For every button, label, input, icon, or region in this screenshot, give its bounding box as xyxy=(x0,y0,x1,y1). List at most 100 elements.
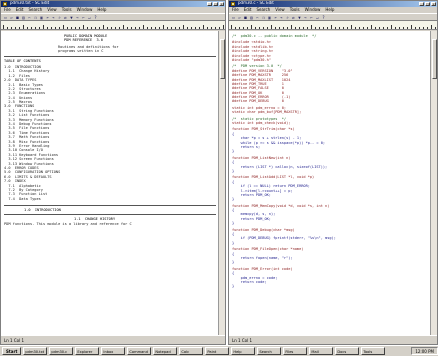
maximize-icon[interactable]: □ xyxy=(425,2,430,6)
taskbar-button[interactable]: pdm30.txt xyxy=(23,347,48,355)
ruler-tick xyxy=(255,27,256,29)
app-icon[interactable] xyxy=(231,2,235,6)
replace-icon[interactable]: ⇄ xyxy=(63,15,68,20)
taskbar-button[interactable]: Search xyxy=(257,347,282,355)
ruler-tick xyxy=(51,27,52,29)
paste-icon[interactable]: ▣ xyxy=(267,15,272,20)
left-document[interactable]: PUBLIC DOMAIN MODULE PDM REFERENCE 3.0 R… xyxy=(1,31,218,335)
print-icon[interactable]: ▤ xyxy=(249,15,254,20)
menu-edit[interactable]: Edit xyxy=(244,7,252,13)
close-icon[interactable]: × xyxy=(431,2,436,6)
menu-tools[interactable]: Tools xyxy=(62,7,72,13)
ruler-tick xyxy=(7,27,8,29)
menu-window[interactable]: Window xyxy=(305,7,321,13)
copy-icon[interactable]: ❐ xyxy=(261,15,266,20)
new-icon[interactable]: ▭ xyxy=(3,15,8,20)
wrap-icon[interactable]: ↵ xyxy=(315,15,320,20)
scroll-thumb[interactable] xyxy=(220,39,225,79)
print-icon[interactable]: ▤ xyxy=(21,15,26,20)
left-title-bar[interactable]: pdm30.txt - SC Edit _ □ × xyxy=(1,1,225,7)
taskbar-button[interactable]: pdm30.c xyxy=(49,347,74,355)
undo-icon[interactable]: ↶ xyxy=(45,15,50,20)
open-icon[interactable]: ▱ xyxy=(237,15,242,20)
menu-search[interactable]: Search xyxy=(28,7,42,13)
find-icon[interactable]: ⌕ xyxy=(57,15,62,20)
ruler-tick xyxy=(303,27,304,29)
taskbar-button[interactable]: Calc xyxy=(179,347,204,355)
taskbar-button[interactable]: Files xyxy=(283,347,308,355)
left-vertical-scrollbar[interactable] xyxy=(218,31,225,335)
taskbar-button[interactable]: Docs xyxy=(335,347,360,355)
scroll-thumb[interactable] xyxy=(432,39,437,79)
ruler-tick xyxy=(335,27,336,29)
menu-view[interactable]: View xyxy=(275,7,285,13)
save-icon[interactable]: ■ xyxy=(243,15,248,20)
divider xyxy=(4,214,216,216)
start-button[interactable]: Start xyxy=(2,347,22,355)
outdent-icon[interactable]: ← xyxy=(309,15,314,20)
menu-file[interactable]: File xyxy=(232,7,239,13)
ruler-tick xyxy=(79,27,80,29)
taskbar-button[interactable]: Paint xyxy=(205,347,230,355)
taskbar-button[interactable]: Command xyxy=(127,347,152,355)
help-icon[interactable]: ? xyxy=(321,15,326,20)
ruler-tick xyxy=(243,27,244,29)
taskbar-button[interactable]: Help xyxy=(231,347,256,355)
section-title-1: 1.0 INTRODUCTION xyxy=(24,208,61,213)
undo-icon[interactable]: ↶ xyxy=(273,15,278,20)
taskbar-button[interactable]: Notepad xyxy=(153,347,178,355)
menu-edit[interactable]: Edit xyxy=(16,7,24,13)
ruler-tick xyxy=(219,27,220,29)
minimize-icon[interactable]: _ xyxy=(419,2,424,6)
replace-icon[interactable]: ⇄ xyxy=(291,15,296,20)
left-window-title: pdm30.txt - SC Edit xyxy=(10,0,50,5)
outdent-icon[interactable]: ← xyxy=(81,15,86,20)
menu-file[interactable]: File xyxy=(4,7,11,13)
open-icon[interactable]: ▱ xyxy=(9,15,14,20)
menu-view[interactable]: View xyxy=(47,7,57,13)
redo-icon[interactable]: ↷ xyxy=(279,15,284,20)
help-icon[interactable]: ? xyxy=(93,15,98,20)
ruler-tick xyxy=(331,25,332,29)
ruler-tick xyxy=(147,27,148,29)
wrap-icon[interactable]: ↵ xyxy=(87,15,92,20)
system-clock: 12:00 PM xyxy=(411,347,438,355)
ruler-tick xyxy=(119,27,120,29)
taskbar-button[interactable]: Tools xyxy=(361,347,386,355)
paste-icon[interactable]: ▣ xyxy=(39,15,44,20)
redo-icon[interactable]: ↷ xyxy=(51,15,56,20)
right-document[interactable]: /* pdm30.c -- public domain module */#in… xyxy=(229,31,430,335)
menu-help[interactable]: Help xyxy=(97,7,106,13)
menu-help[interactable]: Help xyxy=(325,7,334,13)
ruler-tick xyxy=(235,27,236,29)
new-icon[interactable]: ▭ xyxy=(231,15,236,20)
bookmark-icon[interactable]: ▼ xyxy=(297,15,302,20)
cut-icon[interactable]: ✂ xyxy=(255,15,260,20)
app-icon[interactable] xyxy=(3,2,7,6)
menu-window[interactable]: Window xyxy=(77,7,93,13)
ruler-tick xyxy=(131,27,132,29)
maximize-icon[interactable]: □ xyxy=(213,2,218,6)
close-icon[interactable]: × xyxy=(219,2,224,6)
indent-icon[interactable]: → xyxy=(75,15,80,20)
taskbar-button[interactable]: Inbox xyxy=(101,347,126,355)
menu-tools[interactable]: Tools xyxy=(290,7,300,13)
save-icon[interactable]: ■ xyxy=(15,15,20,20)
right-vertical-scrollbar[interactable] xyxy=(430,31,437,335)
right-title-bar[interactable]: pdm30.c - SC Edit _ □ × xyxy=(229,1,437,7)
ruler-tick xyxy=(67,27,68,29)
bookmark-icon[interactable]: ▼ xyxy=(69,15,74,20)
ruler-tick xyxy=(271,25,272,29)
ruler-tick xyxy=(291,25,292,29)
toc-list: 1.0 INTRODUCTION 1.1 Change History 1.2 … xyxy=(4,65,216,201)
menu-search[interactable]: Search xyxy=(256,7,270,13)
ruler-tick xyxy=(127,27,128,29)
minimize-icon[interactable]: _ xyxy=(207,2,212,6)
copy-icon[interactable]: ❐ xyxy=(33,15,38,20)
taskbar-button[interactable]: Explorer xyxy=(75,347,100,355)
taskbar-button[interactable]: Mail xyxy=(309,347,334,355)
ruler-tick xyxy=(275,27,276,29)
find-icon[interactable]: ⌕ xyxy=(285,15,290,20)
cut-icon[interactable]: ✂ xyxy=(27,15,32,20)
indent-icon[interactable]: → xyxy=(303,15,308,20)
